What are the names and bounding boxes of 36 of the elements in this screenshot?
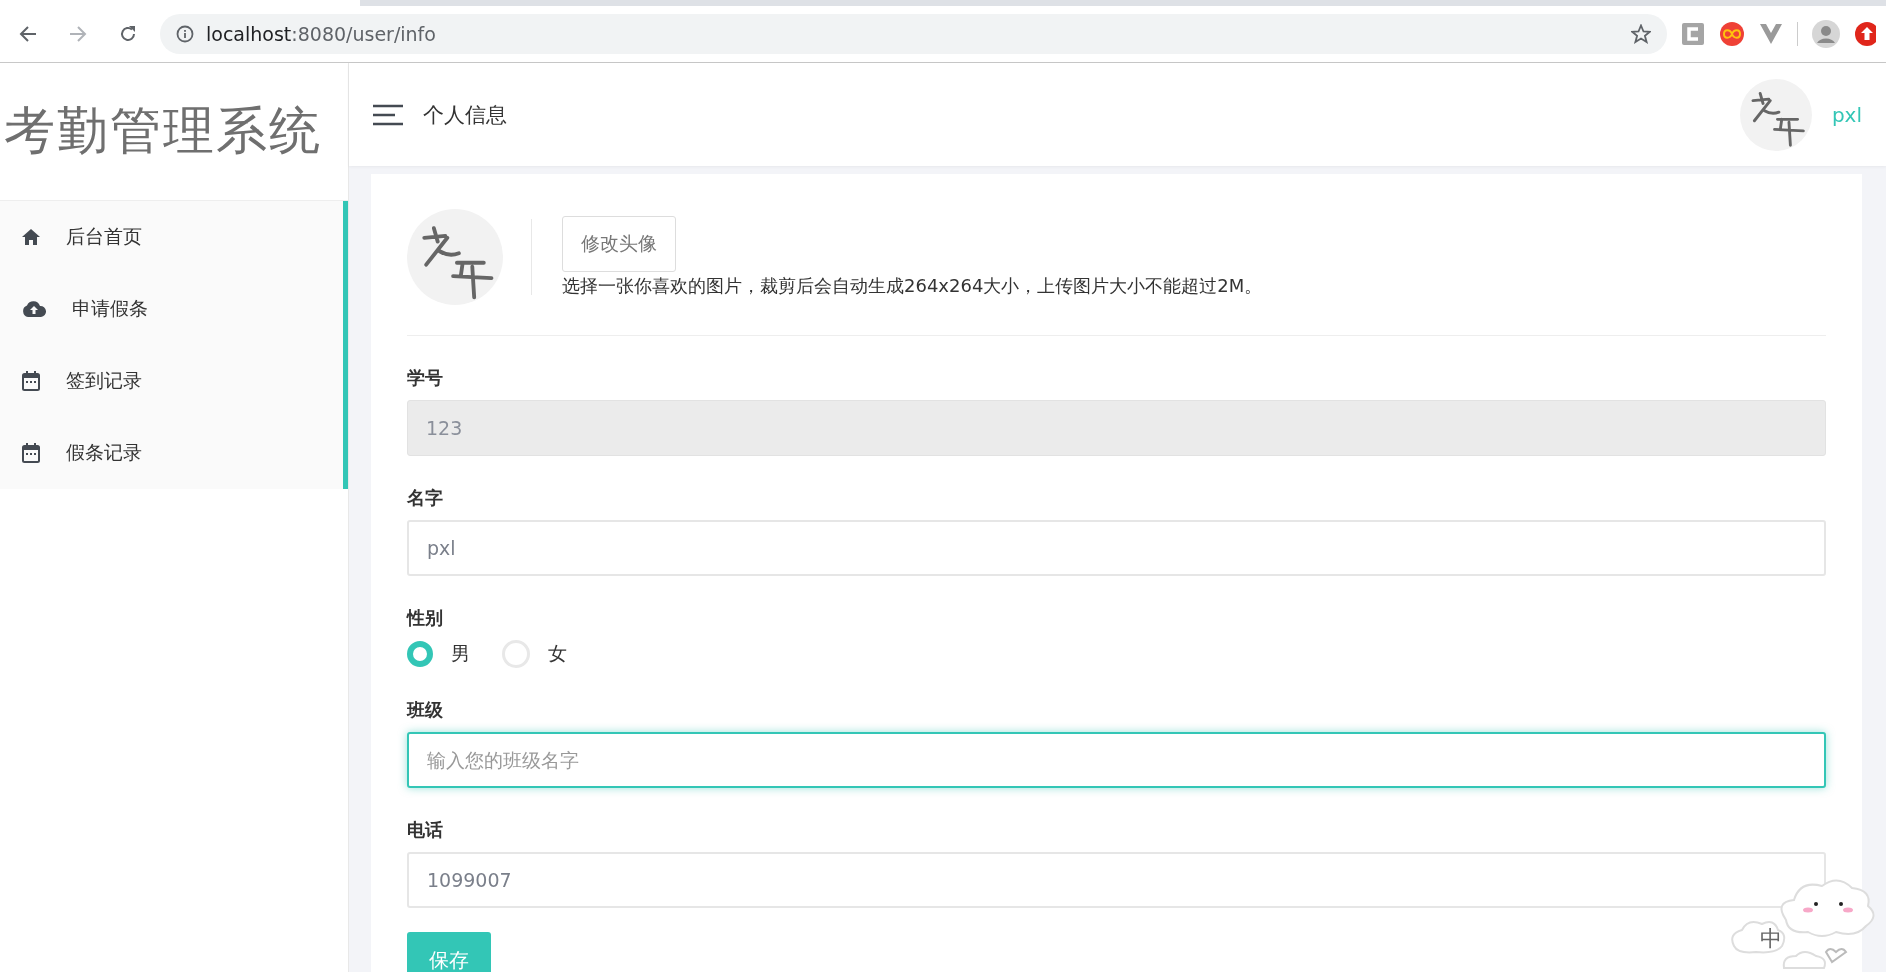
- field-label: 名字: [407, 486, 444, 510]
- sidebar-item[interactable]: 后台首页: [0, 201, 343, 273]
- home-icon: [22, 229, 40, 245]
- field-label: 电话: [407, 818, 444, 842]
- menu-icon[interactable]: [373, 103, 403, 126]
- field-label: 班级: [407, 698, 444, 722]
- field-label: 学号: [407, 366, 444, 390]
- change-avatar-button[interactable]: 修改头像: [562, 216, 676, 272]
- page-title: 个人信息: [423, 101, 508, 129]
- radio-label: 女: [548, 641, 567, 666]
- forward-arrow-icon[interactable]: [69, 25, 87, 43]
- ime-label: 中: [1760, 925, 1782, 953]
- calendar-icon: [22, 443, 40, 463]
- profile-icon[interactable]: [1812, 20, 1840, 48]
- avatar-hint: 选择一张你喜欢的图片，裁剪后会自动生成264x264大小，上传图片大小不能超过2M。: [562, 274, 1263, 298]
- star-icon[interactable]: [1631, 24, 1651, 44]
- extension-icon[interactable]: [1681, 22, 1705, 46]
- address-bar[interactable]: localhost:8080/user/info: [160, 14, 1667, 54]
- infinity-icon[interactable]: [1719, 21, 1745, 47]
- input-field[interactable]: pxl: [407, 520, 1826, 576]
- cloud-upload-icon: [22, 301, 46, 317]
- back-arrow-icon[interactable]: [19, 25, 37, 43]
- upload-icon[interactable]: [1854, 21, 1876, 47]
- calendar-icon: [22, 371, 40, 391]
- sidebar-item[interactable]: 签到记录: [0, 345, 343, 417]
- info-icon: [176, 25, 194, 43]
- sidebar-item[interactable]: 申请假条: [0, 273, 343, 345]
- radio-label: 男: [451, 641, 470, 666]
- sidebar-item[interactable]: 假条记录: [0, 417, 343, 489]
- reload-icon[interactable]: [119, 25, 137, 43]
- chevron-down-icon[interactable]: [1759, 23, 1783, 45]
- input-field[interactable]: 1099007: [407, 852, 1826, 908]
- field-label: 性别: [407, 606, 444, 630]
- url-text: localhost:8080/user/info: [206, 23, 437, 45]
- radio-button[interactable]: [407, 641, 433, 667]
- input-field[interactable]: 输入您的班级名字: [407, 732, 1826, 788]
